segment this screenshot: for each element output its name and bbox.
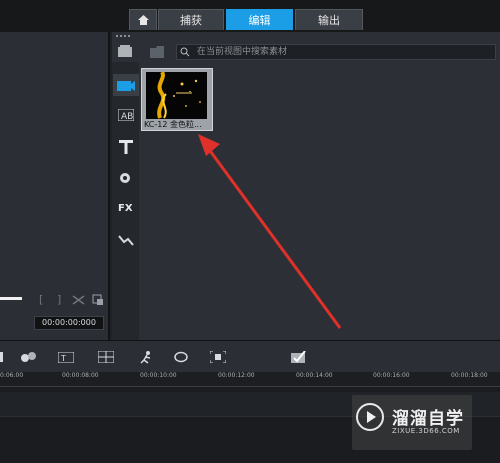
apply-check-icon[interactable] <box>291 351 307 364</box>
watermark-title: 溜溜自学 <box>392 409 464 429</box>
svg-text:T: T <box>60 354 66 363</box>
ruler-tick-label: 00:00:14:00 <box>296 372 333 379</box>
mark-in-button[interactable]: [ <box>39 293 43 306</box>
toolbar-edge-icon[interactable] <box>0 352 6 362</box>
tab-output[interactable]: 输出 <box>295 9 363 30</box>
ruler-tick-label: 00:00:10:00 <box>140 372 177 379</box>
motion-icon[interactable] <box>138 350 154 364</box>
golden-particles-icon <box>146 70 207 119</box>
ruler-tick-label: 0:06:00 <box>0 372 24 379</box>
fit-icon[interactable] <box>210 351 226 363</box>
search-icon <box>180 47 190 57</box>
mark-out-button[interactable]: ] <box>57 293 61 306</box>
filter-icon[interactable]: FX <box>118 203 133 214</box>
path-icon[interactable] <box>118 234 134 246</box>
svg-text:AB: AB <box>121 112 133 121</box>
media-icon[interactable] <box>117 78 135 92</box>
ruler-tick-label: 00:00:12:00 <box>218 372 255 379</box>
graphic-icon[interactable] <box>118 171 134 185</box>
grid-icon[interactable] <box>98 351 114 363</box>
timeline-toolbar <box>0 340 500 373</box>
transition-icon[interactable]: AB <box>118 109 134 121</box>
ruler-tick-label: 00:00:16:00 <box>373 372 410 379</box>
home-tab[interactable] <box>129 9 157 30</box>
home-icon <box>137 15 149 25</box>
ruler-tick-label: 00:00:18:00 <box>451 372 488 379</box>
title-icon[interactable] <box>119 140 133 154</box>
library-manager-icon[interactable] <box>118 45 134 59</box>
library-side-toolbar <box>112 62 139 340</box>
title-track-icon[interactable]: T <box>58 352 74 363</box>
folder-icon[interactable] <box>150 46 166 58</box>
watermark-subtitle: ZIXUE.3D66.COM <box>392 427 460 435</box>
search-input[interactable]: 在当前视图中搜索素材 <box>176 44 496 60</box>
preview-scrubber[interactable] <box>0 297 22 300</box>
scissors-icon[interactable] <box>72 294 86 306</box>
timeline-ruler[interactable]: 0:06:00 00:00:08:00 00:00:10:00 00:00:12… <box>0 372 500 387</box>
tab-edit[interactable]: 编辑 <box>226 9 293 30</box>
timecode-display[interactable]: 00:00:00:000 <box>34 316 104 330</box>
play-logo-icon <box>356 403 384 431</box>
thumbnail-image <box>146 70 207 119</box>
tab-capture[interactable]: 捕获 <box>158 9 224 30</box>
loop-icon[interactable] <box>173 351 189 363</box>
snapshot-icon[interactable] <box>92 294 104 306</box>
mixer-icon[interactable] <box>20 351 38 363</box>
annotation-arrow <box>198 134 342 329</box>
ruler-tick-label: 00:00:08:00 <box>62 372 99 379</box>
